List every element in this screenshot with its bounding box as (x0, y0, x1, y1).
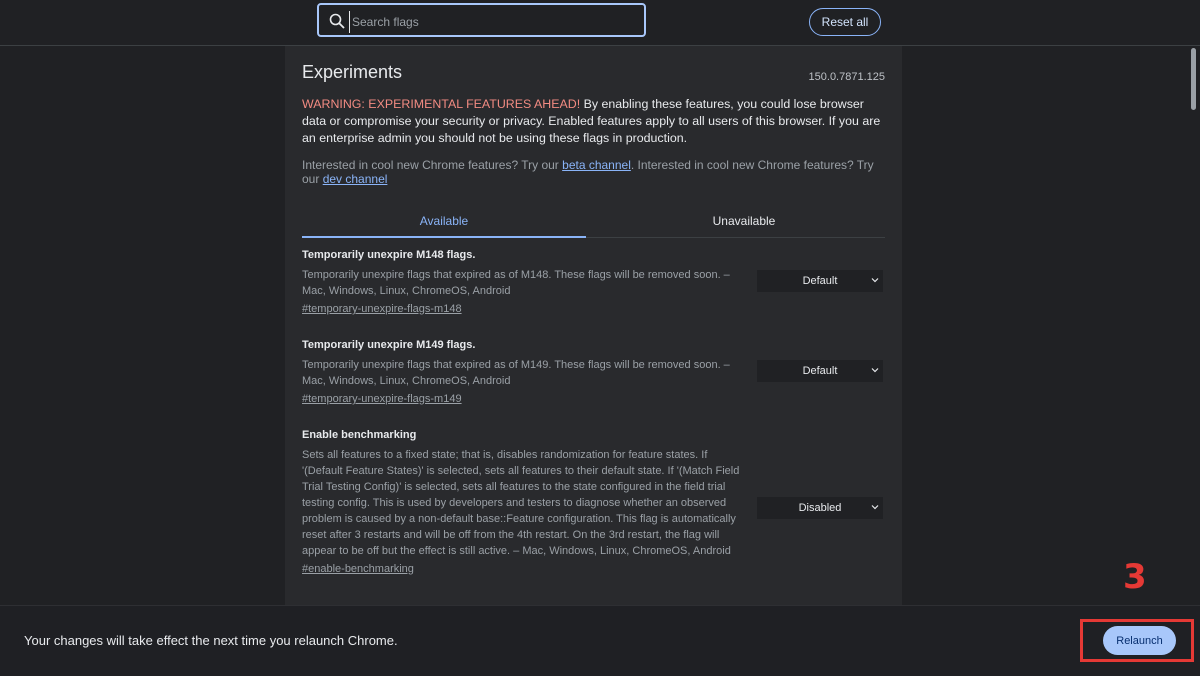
reset-all-button[interactable]: Reset all (809, 8, 881, 36)
flag-state-value: Default (802, 275, 838, 287)
flag-state-value: Default (802, 365, 838, 377)
page-scrollbar[interactable] (1188, 46, 1200, 605)
channel-info-text-1: Interested in cool new Chrome features? … (302, 158, 563, 172)
chevron-down-icon (871, 278, 879, 283)
chevron-down-icon (871, 368, 879, 373)
tab-available[interactable]: Available (302, 206, 586, 238)
flag-title: Temporarily unexpire M148 flags. (302, 249, 476, 261)
flag-description: Temporarily unexpire flags that expired … (302, 269, 730, 297)
flag-description: Sets all features to a fixed state; that… (302, 449, 740, 557)
warning-prefix: WARNING: EXPERIMENTAL FEATURES AHEAD! (302, 97, 581, 111)
header: Reset all (0, 0, 1200, 46)
relaunch-bar: Your changes will take effect the next t… (0, 605, 1200, 676)
highlight-box (1080, 619, 1194, 662)
chevron-down-icon (871, 505, 879, 510)
flag-state-select[interactable]: Disabled (757, 497, 883, 519)
search-icon (329, 13, 345, 29)
experiments-panel: Experiments 150.0.7871.125 WARNING: EXPE… (285, 46, 902, 605)
flag-anchor-link[interactable]: #temporary-unexpire-flags-m149 (302, 393, 462, 405)
flag-item: Temporarily unexpire M148 flags. Tempora… (302, 249, 887, 318)
page-title: Experiments (302, 62, 403, 82)
flag-state-value: Disabled (798, 502, 842, 514)
warning-text: WARNING: EXPERIMENTAL FEATURES AHEAD! By… (302, 96, 887, 147)
relaunch-message: Your changes will take effect the next t… (24, 633, 398, 648)
flag-state-select[interactable]: Default (757, 360, 883, 382)
flag-state-select[interactable]: Default (757, 270, 883, 292)
tab-unavailable[interactable]: Unavailable (602, 206, 886, 236)
scrollbar-thumb[interactable] (1191, 48, 1196, 110)
tab-bar: Available Unavailable (302, 206, 885, 238)
flag-description: Temporarily unexpire flags that expired … (302, 359, 730, 387)
flag-item: Temporarily unexpire M149 flags. Tempora… (302, 339, 887, 408)
flag-anchor-link[interactable]: #enable-benchmarking (302, 563, 414, 575)
flag-title: Enable benchmarking (302, 429, 417, 441)
flag-title: Temporarily unexpire M149 flags. (302, 339, 476, 351)
beta-channel-link[interactable]: beta channel (562, 158, 631, 172)
dev-channel-link[interactable]: dev channel (323, 172, 388, 186)
search-input[interactable] (349, 11, 634, 33)
flag-anchor-link[interactable]: #temporary-unexpire-flags-m148 (302, 303, 462, 315)
search-box[interactable] (317, 3, 646, 37)
step-number-annotation: 3 (1123, 557, 1147, 597)
version-label: 150.0.7871.125 (808, 71, 885, 83)
flag-item: Enable benchmarking Sets all features to… (302, 429, 887, 578)
channel-info: Interested in cool new Chrome features? … (302, 158, 887, 186)
